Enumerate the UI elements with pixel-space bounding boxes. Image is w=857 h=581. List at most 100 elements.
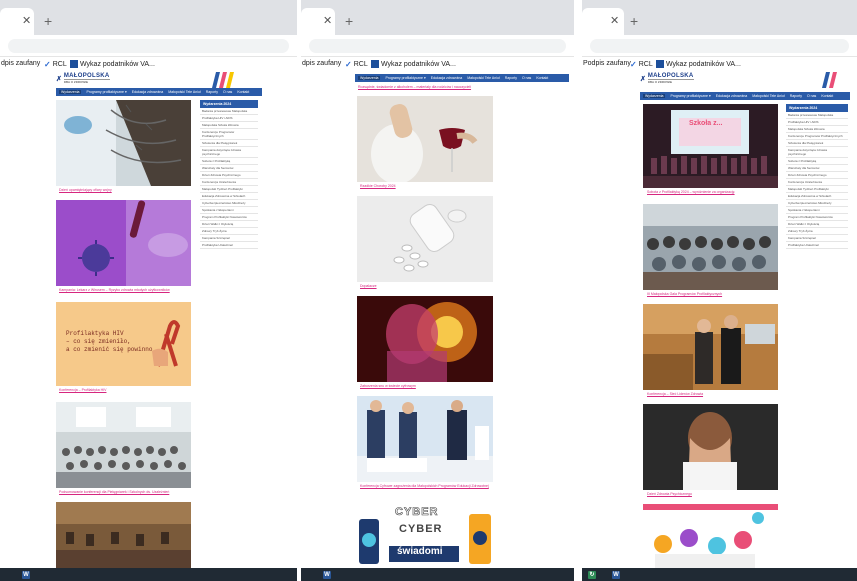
bookmark-rcl[interactable]: ✓ RCL bbox=[630, 60, 653, 69]
nav-item-tele-angel[interactable]: Małopolski Tele Anioł bbox=[752, 94, 784, 98]
new-tab-icon[interactable]: + bbox=[345, 13, 353, 29]
news-card[interactable]: Dzień Zdrowia Psychicznego bbox=[643, 404, 778, 500]
close-tab-icon[interactable]: ✕ bbox=[22, 14, 31, 27]
bookmark-tax-list[interactable]: Wykaz podatników VA... bbox=[656, 60, 741, 68]
bookmark-tax-list[interactable]: Wykaz podatników VA... bbox=[371, 60, 456, 68]
nav-item-programs[interactable]: Programy profilaktyczne ▾ bbox=[86, 90, 126, 94]
sidebar-item[interactable]: Konferencje Programów Profilaktycznych bbox=[200, 129, 258, 140]
nav-item-about[interactable]: O nas bbox=[223, 90, 232, 94]
news-card[interactable]: Rzadkie Choroby 2024 bbox=[357, 96, 493, 188]
sidebar-item[interactable]: Małopolski Tydzień Profilaktyki bbox=[200, 186, 258, 193]
sidebar-item[interactable]: Warsztaty dla Seniorów bbox=[200, 165, 258, 172]
sidebar-item[interactable]: Program Profilaktyki Nowotworów bbox=[200, 214, 258, 221]
sidebar-item[interactable]: Edukacja Zdrowotna w Szkołach bbox=[786, 193, 848, 200]
url-field[interactable] bbox=[8, 39, 289, 53]
word-icon[interactable]: W bbox=[22, 571, 30, 579]
nav-item-reports[interactable]: Raporty bbox=[206, 90, 218, 94]
bookmark-trusted-signature[interactable]: Podpis zaufany bbox=[583, 60, 631, 67]
nav-item-education[interactable]: Edukacja zdrowotna bbox=[716, 94, 748, 98]
browser-tab[interactable]: ✕ bbox=[582, 8, 624, 35]
sidebar-item[interactable]: Dzień Zdrowia Psychicznego bbox=[786, 172, 848, 179]
site-logo[interactable]: ✗ MAŁOPOLSKA DBA O ZDROWIE bbox=[56, 73, 110, 84]
sidebar-item[interactable]: Sobota z Profilaktyką bbox=[786, 158, 848, 165]
sidebar-item[interactable]: Badania przesiewowe Małopolska bbox=[200, 108, 258, 115]
close-tab-icon[interactable]: ✕ bbox=[610, 14, 619, 27]
sidebar-item[interactable]: Dzień Zdrowia Psychicznego bbox=[200, 172, 258, 179]
sidebar-item[interactable]: Edukacja Zdrowotna w Szkołach bbox=[200, 193, 258, 200]
sidebar-item[interactable]: Dzień Walki z Otyłością bbox=[786, 221, 848, 228]
sidebar-item[interactable]: Małopolski Tydzień Profilaktyki bbox=[786, 186, 848, 193]
sidebar-item[interactable]: Kampania dotycząca zdrowia psychicznego bbox=[786, 147, 848, 158]
news-card[interactable]: Kampania: Lekarz z Wirusem – Ryzyko zdro… bbox=[56, 200, 191, 292]
app-icon[interactable]: ↻ bbox=[588, 571, 596, 579]
nav-item-events[interactable]: Wydarzenia bbox=[59, 90, 82, 94]
sidebar-item[interactable]: Program Profilaktyki Nowotworów bbox=[786, 214, 848, 221]
word-icon[interactable]: W bbox=[612, 571, 620, 579]
nav-item-about[interactable]: O nas bbox=[807, 94, 816, 98]
sidebar-item[interactable]: Konferencja Uzależnienia bbox=[786, 179, 848, 186]
nav-item-programs[interactable]: Programy profilaktyczne ▾ bbox=[385, 76, 425, 80]
news-card[interactable] bbox=[56, 502, 191, 568]
sidebar-item[interactable]: Małopolska Szkoła Zdrowia bbox=[200, 122, 258, 129]
nav-item-reports[interactable]: Raporty bbox=[505, 76, 517, 80]
nav-item-contact[interactable]: Kontakt bbox=[821, 94, 833, 98]
nav-item-programs[interactable]: Programy profilaktyczne ▾ bbox=[670, 94, 710, 98]
sidebar-item[interactable]: Profilaktyka HIV i AIDS bbox=[786, 119, 848, 126]
word-icon[interactable]: W bbox=[323, 571, 331, 579]
new-tab-icon[interactable]: + bbox=[630, 13, 638, 29]
url-field[interactable] bbox=[590, 39, 849, 53]
news-card[interactable]: Konferencja Cyfrowe zagrożenia dla Małop… bbox=[357, 396, 493, 492]
sidebar-item[interactable]: Szkolenia dla Pielęgniarek bbox=[786, 140, 848, 147]
bookmark-rcl[interactable]: ✓ RCL bbox=[44, 60, 67, 69]
news-card[interactable]: Dzień upamiętniający ofiary wojny bbox=[56, 100, 191, 192]
nav-item-education[interactable]: Edukacja zdrowotna bbox=[132, 90, 164, 94]
close-tab-icon[interactable]: ✕ bbox=[323, 14, 332, 27]
url-field[interactable] bbox=[309, 39, 566, 53]
nav-item-contact[interactable]: Kontakt bbox=[237, 90, 249, 94]
sidebar-item[interactable]: Spotkania z Ekspertami bbox=[200, 207, 258, 214]
sidebar-item[interactable]: Cyberbezpieczeństwo Młodzieży bbox=[200, 200, 258, 207]
news-card[interactable] bbox=[643, 504, 778, 568]
bookmark-tax-list[interactable]: Wykaz podatników VA... bbox=[70, 60, 155, 68]
sidebar-item[interactable]: Sobota z Profilaktyką bbox=[200, 158, 258, 165]
bookmark-trusted-signature[interactable]: dpis zaufany bbox=[1, 60, 40, 67]
sidebar-item[interactable]: Profilaktyka HIV i AIDS bbox=[200, 115, 258, 122]
bookmark-rcl[interactable]: ✓ RCL bbox=[345, 60, 368, 69]
sidebar-item[interactable]: Konferencja Uzależnienia bbox=[200, 179, 258, 186]
news-card[interactable]: III Małopolska Gala Programów Profilakty… bbox=[643, 204, 778, 300]
sidebar-item[interactable]: Dzień Walki z Otyłością bbox=[200, 221, 258, 228]
browser-tab[interactable]: ✕ bbox=[0, 8, 34, 35]
sidebar-item[interactable]: Cyberbezpieczeństwo Młodzieży bbox=[786, 200, 848, 207]
sidebar-item[interactable]: Profilaktyka Uzależnień bbox=[786, 242, 848, 249]
sidebar-item[interactable]: Badania przesiewowe Małopolska bbox=[786, 112, 848, 119]
sidebar-item[interactable]: Małopolska Szkoła Zdrowia bbox=[786, 126, 848, 133]
sidebar-item[interactable]: Zdrowy Tryb Życia bbox=[200, 228, 258, 235]
news-caption[interactable]: Rozsądnie, świadomie z alkoholem – mater… bbox=[358, 85, 471, 89]
news-card[interactable]: Profilaktyka HIV – co się zmieniło, a co… bbox=[56, 302, 191, 392]
sidebar-item[interactable]: Szkolenia dla Pielęgniarek bbox=[200, 140, 258, 147]
new-tab-icon[interactable]: + bbox=[44, 13, 52, 29]
news-card[interactable]: Zaburzenia snu w świecie cyfrowym bbox=[357, 296, 493, 392]
sidebar-item[interactable]: Zdrowy Tryb Życia bbox=[786, 228, 848, 235]
sidebar-item[interactable]: Kampania dotycząca zdrowia psychicznego bbox=[200, 147, 258, 158]
bookmark-trusted-signature[interactable]: dpis zaufany bbox=[302, 60, 341, 67]
nav-item-events[interactable]: Wydarzenia bbox=[358, 76, 381, 80]
nav-item-about[interactable]: O nas bbox=[522, 76, 531, 80]
news-card[interactable]: Szkoła z... Sobota z Profilaktyką 2024 –… bbox=[643, 104, 778, 196]
news-card[interactable]: Konferencja – Sieć Liderów Zdrowia bbox=[643, 304, 778, 400]
news-card[interactable]: CYBER CYBER świadomi bbox=[357, 504, 493, 568]
sidebar-item[interactable]: Kampania Szczepień bbox=[786, 235, 848, 242]
sidebar-item[interactable]: Warsztaty dla Seniorów bbox=[786, 165, 848, 172]
site-logo[interactable]: ✗ MAŁOPOLSKA DBA O ZDROWIE bbox=[640, 73, 694, 84]
nav-item-events[interactable]: Wydarzenia bbox=[643, 94, 666, 98]
sidebar-item[interactable]: Kampania Szczepień bbox=[200, 235, 258, 242]
sidebar-item[interactable]: Spotkania z Ekspertami bbox=[786, 207, 848, 214]
news-card[interactable]: Podsumowanie konferencji dla Pielęgniare… bbox=[56, 402, 191, 497]
sidebar-item[interactable]: Profilaktyka Uzależnień bbox=[200, 242, 258, 249]
sidebar-item[interactable]: Konferencje Programów Profilaktycznych bbox=[786, 133, 848, 140]
nav-item-tele-angel[interactable]: Małopolski Tele Anioł bbox=[467, 76, 499, 80]
nav-item-tele-angel[interactable]: Małopolski Tele Anioł bbox=[168, 90, 200, 94]
nav-item-reports[interactable]: Raporty bbox=[790, 94, 802, 98]
news-card[interactable]: Dopalacze bbox=[357, 196, 493, 292]
browser-tab[interactable]: ✕ bbox=[301, 8, 335, 35]
